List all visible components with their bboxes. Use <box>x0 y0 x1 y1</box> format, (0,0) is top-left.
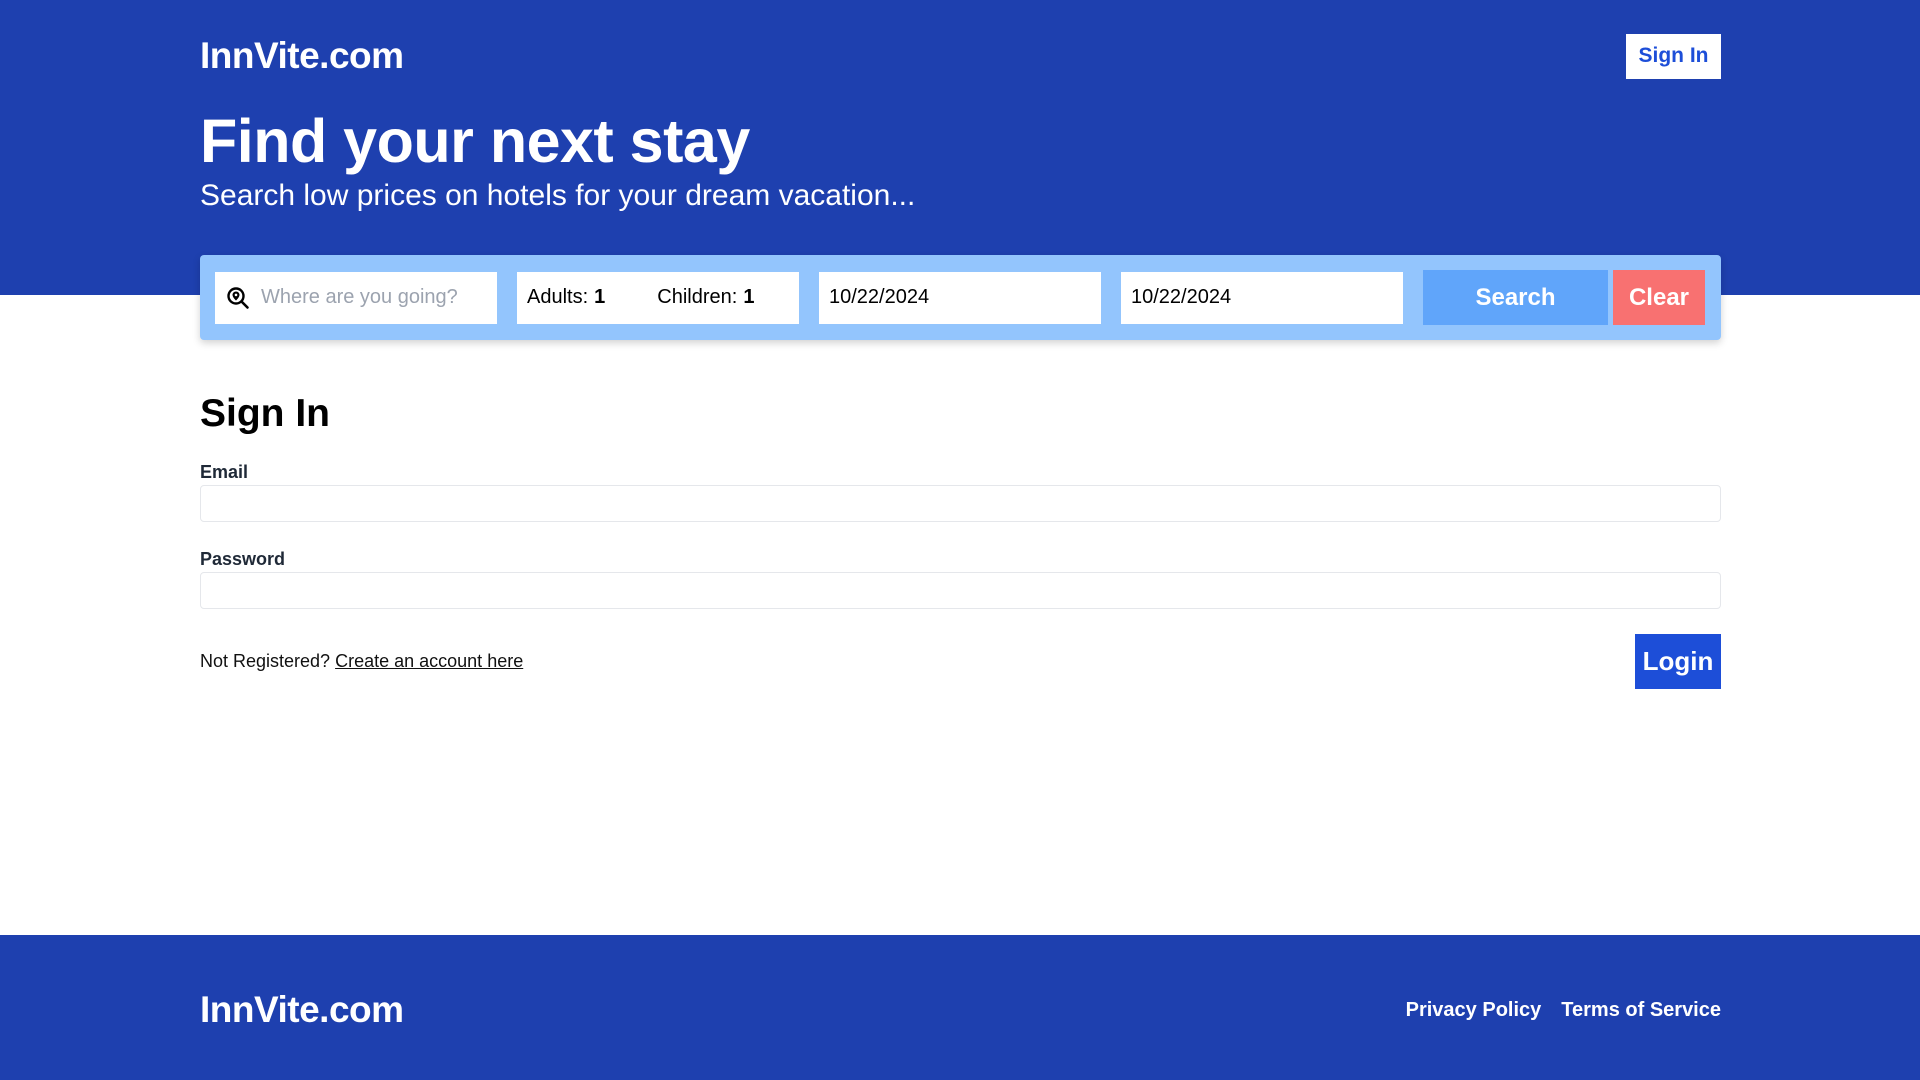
search-button[interactable]: Search <box>1423 270 1608 325</box>
terms-of-service-link[interactable]: Terms of Service <box>1561 999 1721 1022</box>
check-in-date-field[interactable]: 10/22/2024 <box>819 271 1101 324</box>
map-search-icon <box>225 285 251 311</box>
sign-in-button[interactable]: Sign In <box>1626 33 1721 79</box>
sign-in-title: Sign In <box>200 392 330 435</box>
destination-field[interactable] <box>215 271 497 324</box>
check-out-date-field[interactable]: 10/22/2024 <box>1121 271 1403 324</box>
password-label: Password <box>200 549 286 569</box>
page-headline: Find your next stay <box>200 107 750 175</box>
page: InnVite.com Sign In Find your next stay … <box>0 0 1920 1080</box>
password-field[interactable] <box>200 572 1721 609</box>
not-registered-text: Not Registered? Create an account here <box>200 651 523 672</box>
footer-logo[interactable]: InnVite.com <box>200 989 404 1031</box>
children-label: Children: <box>657 286 738 308</box>
not-registered-label: Not Registered? <box>200 651 331 671</box>
create-account-link[interactable]: Create an account here <box>335 651 523 671</box>
children-value: 1 <box>743 286 755 308</box>
search-bar: Adults: 1 Children: 1 10/22/2024 10/22/2… <box>200 255 1721 340</box>
check-in-date-value: 10/22/2024 <box>829 286 930 308</box>
email-field[interactable] <box>200 485 1721 522</box>
top-bar: InnVite.com Sign In <box>200 26 1721 86</box>
adults-counter[interactable]: Adults: 1 <box>527 286 605 309</box>
footer-content: InnVite.com Privacy Policy Terms of Serv… <box>200 975 1721 1045</box>
login-button[interactable]: Login <box>1635 634 1721 689</box>
form-actions: Not Registered? Create an account here L… <box>200 634 1721 689</box>
check-out-date-value: 10/22/2024 <box>1131 286 1232 308</box>
site-logo[interactable]: InnVite.com <box>200 35 404 77</box>
adults-label: Adults: <box>527 286 589 308</box>
email-input[interactable] <box>201 486 1720 521</box>
search-actions: Search Clear <box>1423 270 1705 325</box>
clear-button[interactable]: Clear <box>1613 270 1705 325</box>
destination-input[interactable] <box>261 286 481 309</box>
children-counter[interactable]: Children: 1 <box>657 286 754 309</box>
guests-field[interactable]: Adults: 1 Children: 1 <box>517 271 799 324</box>
email-label: Email <box>200 462 249 482</box>
page-subheadline: Search low prices on hotels for your dre… <box>200 179 916 212</box>
adults-value: 1 <box>594 286 606 308</box>
footer-links: Privacy Policy Terms of Service <box>1406 999 1721 1022</box>
password-input[interactable] <box>201 573 1720 608</box>
privacy-policy-link[interactable]: Privacy Policy <box>1406 999 1542 1022</box>
